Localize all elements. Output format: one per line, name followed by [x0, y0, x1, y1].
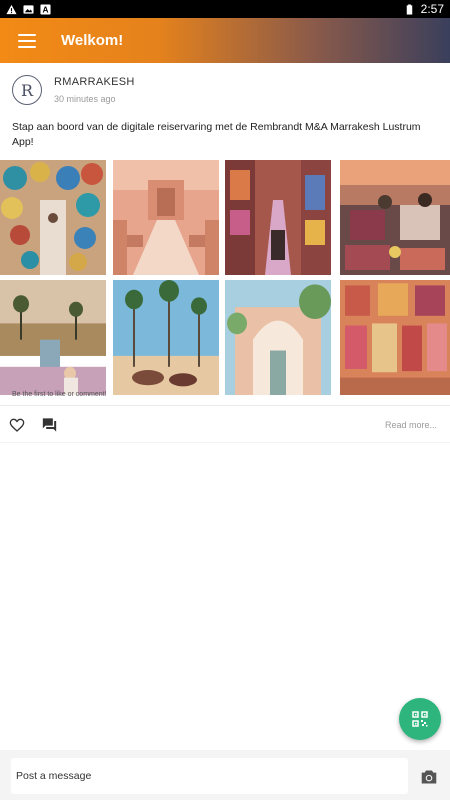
- photo-souk-alley[interactable]: [225, 160, 331, 275]
- like-hint: Be the first to like or comment!: [12, 391, 107, 398]
- warning-icon: [6, 4, 17, 14]
- page-title: Welkom!: [61, 32, 124, 49]
- avatar[interactable]: R: [12, 75, 42, 105]
- photo-rug-shop[interactable]: [340, 280, 450, 395]
- qr-scan-button[interactable]: [399, 698, 441, 740]
- status-time: 2:57: [420, 2, 444, 16]
- comment-icon[interactable]: [41, 417, 58, 433]
- photo-gallery: [0, 160, 450, 395]
- svg-text:A: A: [43, 5, 49, 14]
- heart-icon[interactable]: [9, 417, 25, 433]
- app-a-icon: A: [40, 3, 51, 14]
- photo-palace-courtyard[interactable]: [113, 160, 219, 275]
- photo-palm-desert-camels[interactable]: [113, 280, 219, 395]
- message-input[interactable]: [11, 758, 408, 794]
- image-icon: [23, 4, 34, 14]
- app-bar: Welkom!: [0, 18, 450, 63]
- divider: [0, 405, 450, 406]
- post-timestamp: 30 minutes ago: [54, 94, 116, 104]
- post-header: R RMARRAKESH 30 minutes ago: [12, 75, 135, 105]
- camera-icon[interactable]: [420, 769, 438, 785]
- post-actions: Read more...: [0, 410, 450, 440]
- qr-code-icon: [412, 711, 428, 727]
- hamburger-menu-icon[interactable]: [18, 33, 36, 48]
- status-bar: A 2:57: [0, 0, 450, 18]
- photo-pottery-market[interactable]: [0, 160, 106, 275]
- photo-rooftop-terrace[interactable]: [340, 160, 450, 275]
- photo-palm-pool-view[interactable]: [0, 280, 106, 395]
- photo-arched-gate[interactable]: [225, 280, 331, 395]
- divider: [0, 442, 450, 443]
- post-author[interactable]: RMARRAKESH: [54, 76, 135, 88]
- post-text: Stap aan boord van de digitale reiservar…: [12, 121, 421, 148]
- message-composer: [0, 750, 450, 800]
- battery-icon: [406, 3, 412, 15]
- read-more-link[interactable]: Read more...: [385, 420, 437, 430]
